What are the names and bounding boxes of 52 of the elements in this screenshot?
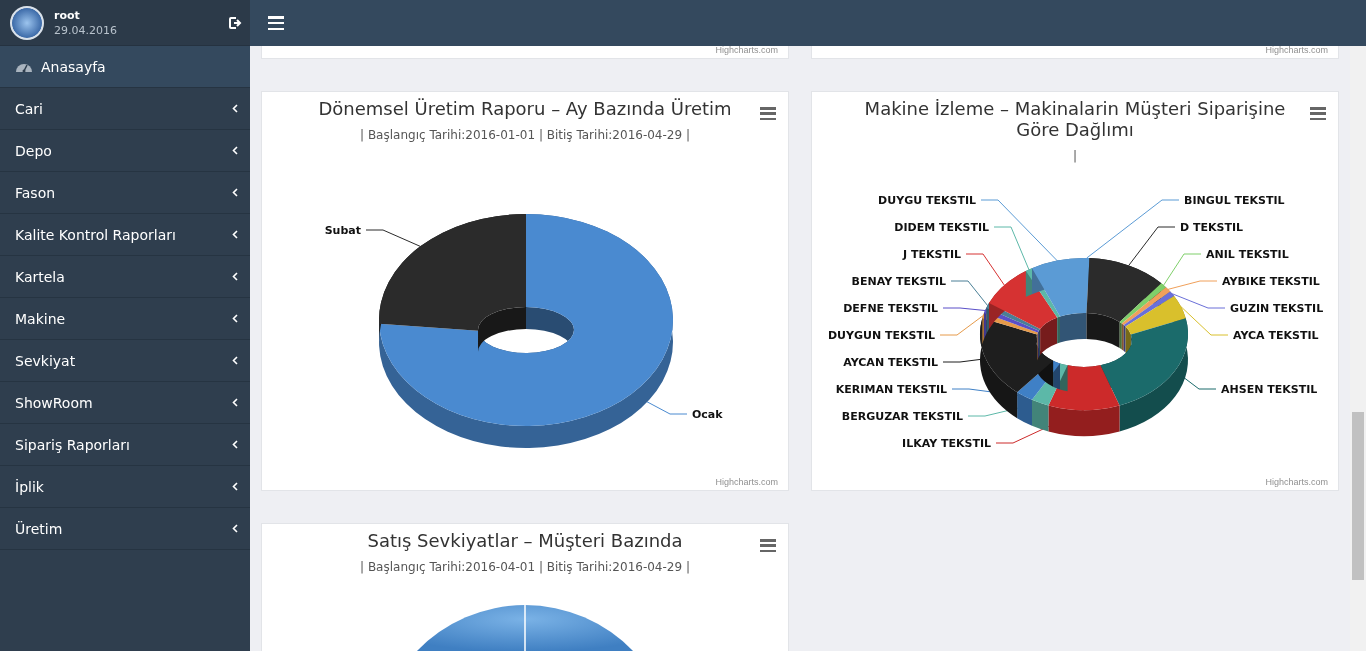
chevron-left-icon: [232, 230, 238, 239]
chevron-left-icon: [232, 440, 238, 449]
chart-title: Dönemsel Üretim Raporu – Ay Bazında Üretim: [317, 98, 733, 119]
chevron-left-icon: [232, 482, 238, 491]
slice-label: D TEKSTIL: [1180, 221, 1244, 234]
slice-label: BENAY TEKSTIL: [851, 275, 946, 288]
chart-subtitle: | Başlangıç Tarihi:2016-04-01 | Bitiş Tarihi:2016-04-29 |: [359, 560, 691, 574]
leader-line: [365, 229, 421, 247]
chart-credit: Highcharts.com: [1265, 477, 1328, 487]
chevron-left-icon: [232, 356, 238, 365]
chevron-left-icon: [232, 314, 238, 323]
chevron-left-icon: [232, 398, 238, 407]
avatar-icon: [10, 5, 44, 40]
slice-label: Subat: [324, 224, 361, 237]
slice-label: DEFNE TEKSTIL: [843, 302, 938, 315]
logout-icon[interactable]: [228, 15, 242, 30]
slice-label: DUYGUN TEKSTIL: [827, 329, 935, 342]
chart-menu-button[interactable]: [1310, 107, 1326, 120]
leader-line: [939, 315, 984, 336]
chevron-left-icon: [232, 146, 238, 155]
chart-title: Satış Sevkiyatlar – Müşteri Bazında: [366, 530, 684, 551]
slice-label: BERGUZAR TEKSTIL: [841, 410, 963, 423]
slice-label: DIDEM TEKSTIL: [894, 221, 989, 234]
chevron-left-icon: [232, 104, 238, 113]
chart-subtitle: |: [1071, 149, 1078, 163]
slice-label: J TEKSTIL: [903, 248, 961, 261]
chart-credit: Highcharts.com: [1265, 46, 1328, 55]
slice-label: Ocak: [692, 408, 723, 421]
slice-label: AYBIKE TEKSTIL: [1222, 275, 1320, 288]
slice-label: AYCAN TEKSTIL: [843, 356, 938, 369]
slice-label: DUYGU TEKSTIL: [878, 194, 976, 207]
chevron-left-icon: [232, 188, 238, 197]
chart-credit: Highcharts.com: [715, 477, 778, 487]
scrollbar-thumb[interactable]: [1352, 412, 1364, 580]
slice-label: ANIL TEKSTIL: [1206, 248, 1289, 261]
slice-label: AHSEN TEKSTIL: [1221, 383, 1318, 396]
slice-label: KERIMAN TEKSTIL: [835, 383, 947, 396]
chart-menu-button[interactable]: [760, 107, 776, 120]
chart-title: Makine İzleme – Makinalarin Müşteri Siparişine Göre Dağlımı: [863, 98, 1287, 140]
chart-subtitle: | Başlangıç Tarihi:2016-01-01 | Bitiş Tarihi:2016-04-29 |: [359, 128, 691, 142]
chevron-left-icon: [232, 272, 238, 281]
slice-label: BINGUL TEKSTIL: [1184, 194, 1285, 207]
slice-label: ILKAY TEKSTIL: [902, 437, 991, 450]
slice-label: AYCA TEKSTIL: [1233, 329, 1319, 342]
chart-credit: Highcharts.com: [715, 46, 778, 55]
user-date: 29.04.2016: [54, 23, 118, 37]
slice-label: GUZIN TEKSTIL: [1230, 302, 1324, 315]
chevron-left-icon: [232, 524, 238, 533]
sidebar-item[interactable]: Anasayfa: [0, 46, 250, 88]
menu-button[interactable]: [268, 16, 284, 30]
user-name: root: [54, 8, 81, 22]
chart-menu-button[interactable]: [760, 539, 776, 552]
